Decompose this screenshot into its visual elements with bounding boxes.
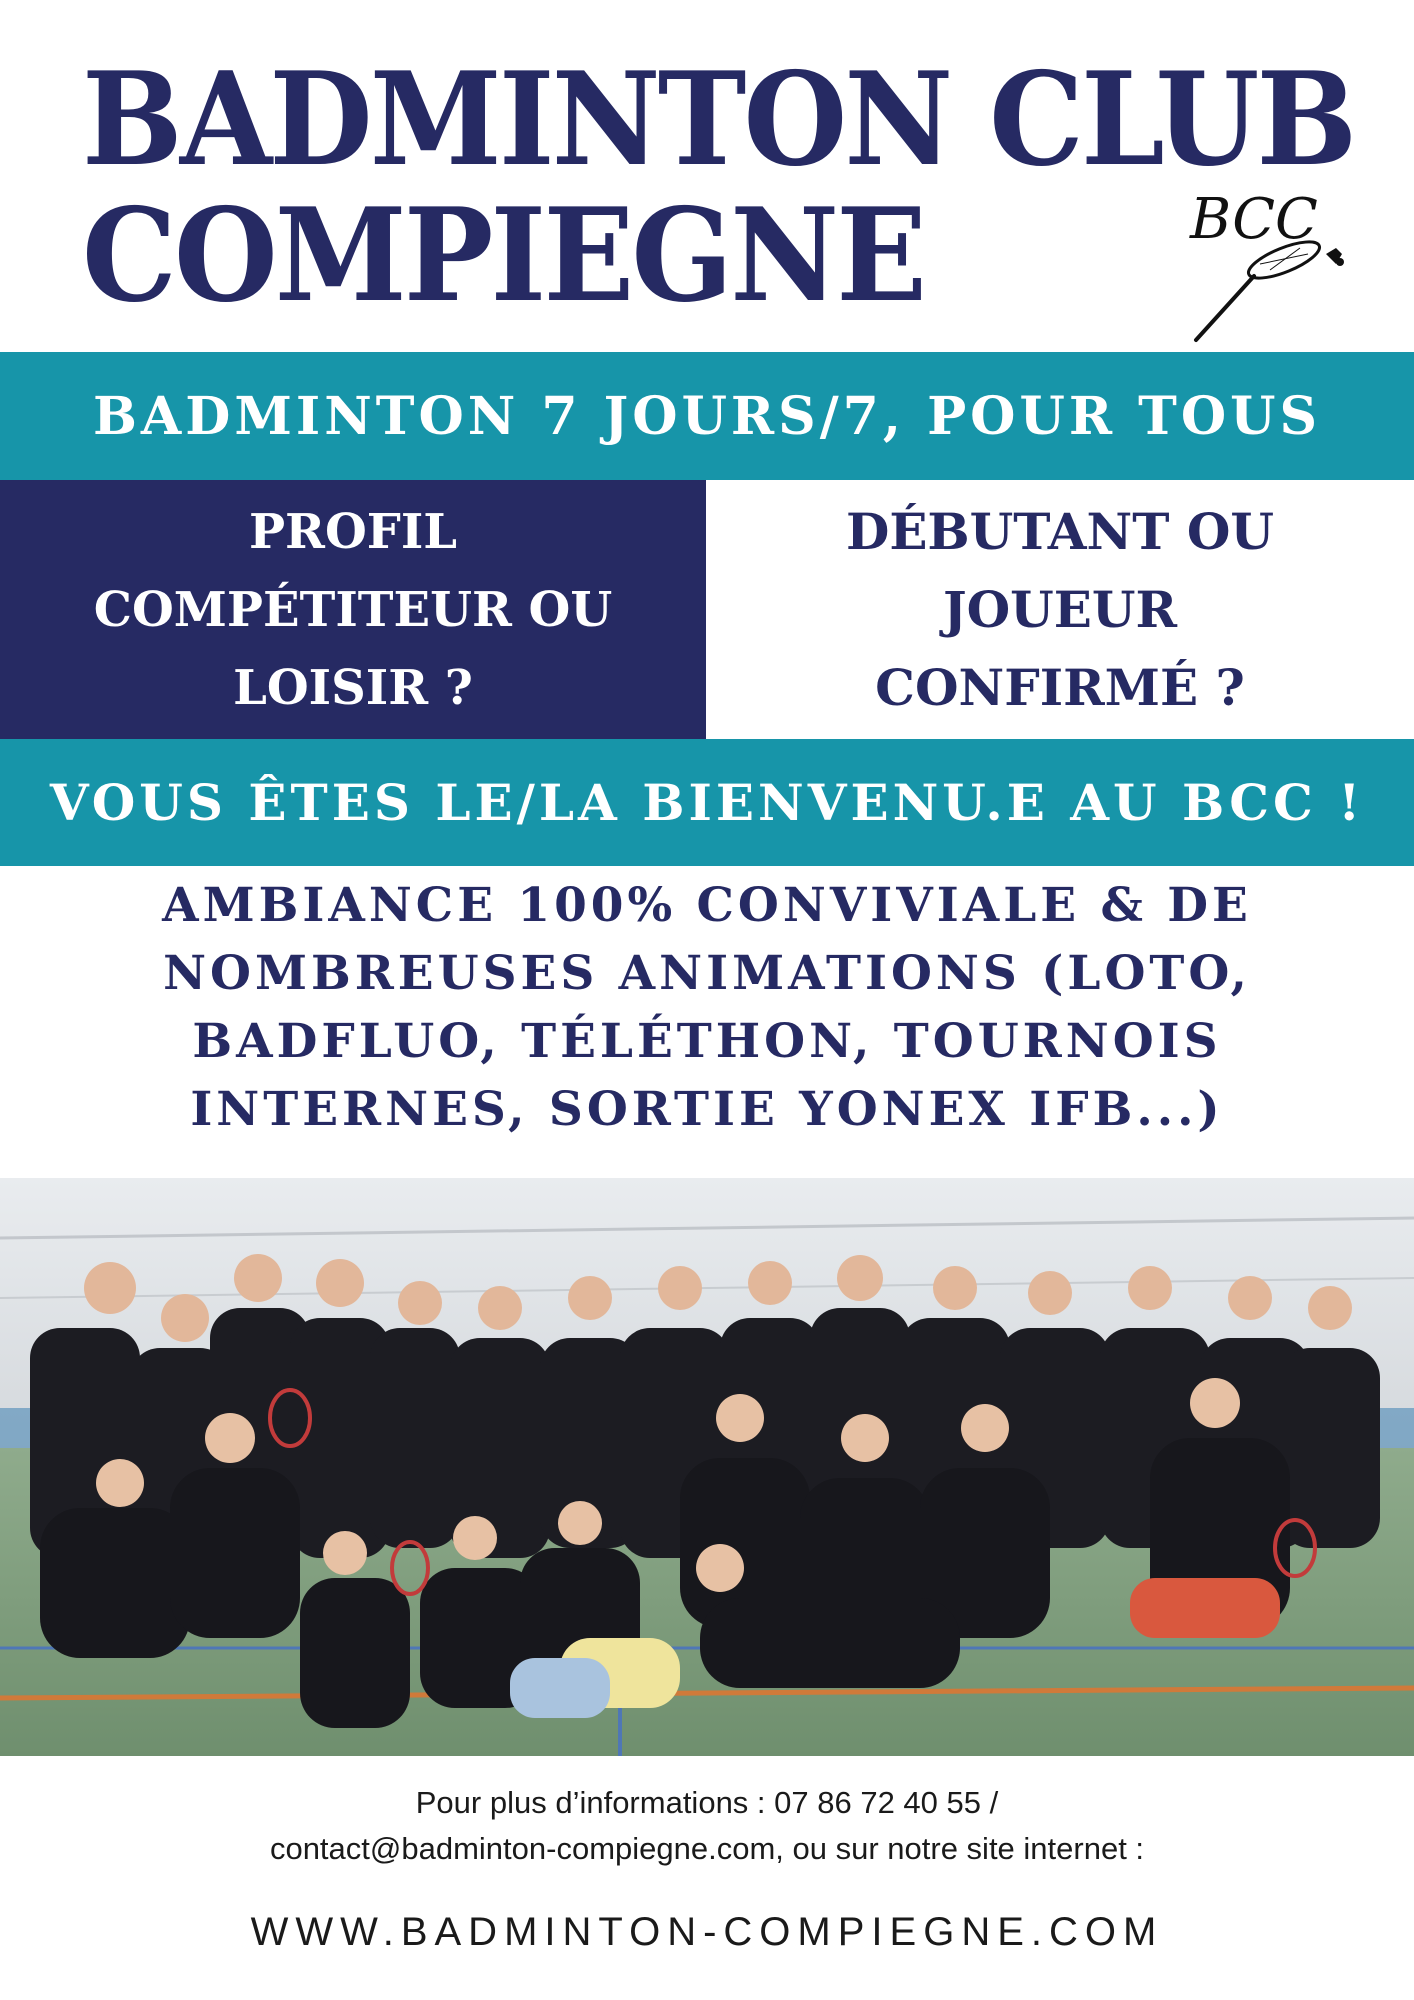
club-title-line2: COMPIEGNE (82, 181, 927, 331)
profile-right-line2: JOUEUR (942, 579, 1178, 639)
profile-left-box: PROFIL COMPÉTITEUR OU LOISIR ? (0, 480, 706, 739)
band-everyday: BADMINTON 7 JOURS/7, POUR TOUS (0, 352, 1414, 480)
band-everyday-text: BADMINTON 7 JOURS/7, POUR TOUS (92, 385, 1322, 447)
contact-line2: contact@badminton-compiegne.com, ou sur … (269, 1831, 1145, 1866)
ambiance-line2: NOMBREUSES ANIMATIONS (LOTO, (163, 946, 1251, 1001)
contact-info: Pour plus d’informations : 07 86 72 40 5… (0, 1780, 1414, 1872)
profile-right-box: DÉBUTANT OU JOUEUR CONFIRMÉ ? (706, 480, 1414, 739)
ambiance-line1: AMBIANCE 100% CONVIVIALE & DE (162, 878, 1252, 933)
website-link[interactable]: WWW.BADMINTON-COMPIEGNE.COM (0, 1910, 1414, 1955)
group-photo-illustration (0, 1178, 1414, 1756)
ambiance-line3: BADFLUO, TÉLÉTHON, TOURNOIS (192, 1014, 1222, 1069)
profile-left-line1: PROFIL (248, 503, 458, 560)
profile-right-line1: DÉBUTANT OU (845, 501, 1275, 561)
club-title: BADMINTON CLUB COMPIEGNE (82, 45, 1357, 331)
group-photo (0, 1178, 1414, 1756)
band-welcome: VOUS ÊTES LE/LA BIENVENU.E AU BCC ! (0, 739, 1414, 866)
ambiance-line4: INTERNES, SORTIE YONEX IFB...) (190, 1082, 1224, 1137)
band-welcome-text: VOUS ÊTES LE/LA BIENVENU.E AU BCC ! (49, 773, 1365, 832)
racket-shuttlecock-icon: BCC (1189, 187, 1344, 342)
profile-left-line3: LOISIR ? (233, 659, 473, 716)
profile-left-line2: COMPÉTITEUR OU (93, 581, 613, 638)
profile-right-line3: CONFIRMÉ ? (875, 657, 1245, 717)
ambiance-text: AMBIANCE 100% CONVIVIALE & DE NOMBREUSES… (0, 872, 1414, 1144)
contact-line1: Pour plus d’informations : 07 86 72 40 5… (415, 1785, 999, 1820)
bcc-logo: BCC (1180, 180, 1370, 350)
club-title-line1: BADMINTON CLUB (82, 45, 1357, 195)
